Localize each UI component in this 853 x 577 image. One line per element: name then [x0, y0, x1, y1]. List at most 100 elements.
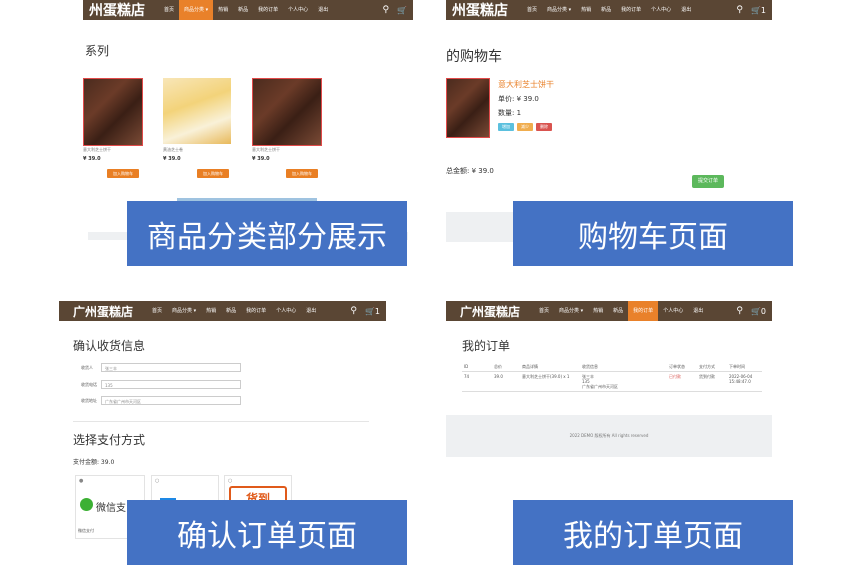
cart-icon[interactable]: 🛒1: [365, 307, 380, 316]
cart-icon[interactable]: 🛒1: [751, 6, 766, 15]
product-name[interactable]: 意大利芝士饼干: [83, 147, 111, 153]
nav-logout[interactable]: 退出: [301, 301, 321, 321]
nav-hot[interactable]: 热销: [213, 0, 233, 20]
cart-item-name[interactable]: 意大利芝士饼干: [498, 79, 554, 90]
column-header: 总价: [494, 364, 502, 369]
table-divider: [462, 371, 762, 372]
order-detail: 意大利芝士饼干(39.0) x 1: [522, 374, 570, 379]
cart-count: 1: [760, 5, 766, 15]
delete-button[interactable]: 删除: [536, 123, 552, 131]
payment-heading: 选择支付方式: [73, 433, 146, 447]
column-header: 收货信息: [582, 364, 598, 369]
add-to-cart-button[interactable]: 加入购物车: [107, 169, 139, 178]
nav-orders[interactable]: 我的订单: [628, 301, 659, 321]
product-image[interactable]: [446, 78, 490, 138]
order-id: 74: [464, 374, 470, 379]
navbar: 州蛋糕店 首页 商品分类 ▾ 热销 新品 我的订单 个人中心 退出 ⚲ 🛒: [83, 0, 413, 20]
product-image[interactable]: [252, 78, 322, 146]
product-image[interactable]: [163, 78, 231, 144]
wechat-caption: 微信支付: [78, 528, 94, 533]
nav-category[interactable]: 商品分类 ▾: [554, 301, 588, 321]
total-amount: 总金额: ¥ 39.0: [446, 167, 494, 175]
nav-home[interactable]: 首页: [147, 301, 167, 321]
table-divider: [462, 391, 762, 392]
cart-icon[interactable]: 🛒: [397, 6, 407, 15]
nav-logout[interactable]: 退出: [313, 0, 333, 20]
nav-orders[interactable]: 我的订单: [253, 0, 283, 20]
page-title: 系列: [85, 44, 110, 58]
nav-home[interactable]: 首页: [534, 301, 554, 321]
search-icon[interactable]: ⚲: [350, 306, 357, 316]
caption-category: 商品分类部分展示: [127, 201, 407, 266]
nav-category[interactable]: 商品分类 ▾: [542, 0, 576, 20]
orders-screenshot: 广州蛋糕店 首页 商品分类 ▾ 热销 新品 我的订单 个人中心 退出 ⚲ 🛒0 …: [446, 301, 772, 461]
caption-confirm: 确认订单页面: [127, 500, 407, 565]
page-title: 我的订单: [462, 339, 511, 353]
receiver-input[interactable]: 张三丰: [101, 363, 241, 372]
cart-icon[interactable]: 🛒0: [751, 307, 766, 316]
order-pay: 货到付款: [699, 374, 715, 379]
order-status: 已付款: [669, 374, 681, 379]
product-price: ¥ 39.0: [83, 156, 101, 162]
radio[interactable]: ○: [228, 478, 232, 484]
nav-hot[interactable]: 热销: [576, 0, 596, 20]
increase-button[interactable]: 增加: [498, 123, 514, 131]
nav-new[interactable]: 新品: [221, 301, 241, 321]
field-label: 收货地址: [81, 398, 97, 403]
search-icon[interactable]: ⚲: [736, 5, 743, 15]
nav-logout[interactable]: 退出: [688, 301, 708, 321]
radio[interactable]: ○: [155, 478, 159, 484]
decrease-button[interactable]: 减少: [517, 123, 533, 131]
nav-home[interactable]: 首页: [522, 0, 542, 20]
phone-input[interactable]: 135: [101, 380, 241, 389]
product-price: ¥ 39.0: [163, 156, 181, 162]
nav-profile[interactable]: 个人中心: [658, 301, 688, 321]
brand-logo[interactable]: 广州蛋糕店: [59, 303, 147, 320]
navbar: 广州蛋糕店 首页 商品分类 ▾ 热销 新品 我的订单 个人中心 退出 ⚲ 🛒1: [59, 301, 386, 321]
nav-category[interactable]: 商品分类 ▾: [179, 0, 214, 20]
column-header: 下单时间: [729, 364, 745, 369]
add-to-cart-button[interactable]: 加入购物车: [286, 169, 318, 178]
caption-cart: 购物车页面: [513, 201, 793, 266]
pay-amount: 支付金额: 39.0: [73, 459, 115, 466]
nav-hot[interactable]: 热销: [588, 301, 608, 321]
nav-profile[interactable]: 个人中心: [646, 0, 676, 20]
brand-logo[interactable]: 州蛋糕店: [83, 0, 159, 20]
footer: 2022 DEMO 版权所有 All rights reserved: [446, 415, 772, 457]
column-header: 支付方式: [699, 364, 715, 369]
page-title: 的购物车: [446, 49, 502, 65]
brand-logo[interactable]: 州蛋糕店: [446, 0, 522, 20]
nav-profile[interactable]: 个人中心: [283, 0, 313, 20]
column-header: 商品详情: [522, 364, 538, 369]
nav-new[interactable]: 新品: [596, 0, 616, 20]
page-title: 确认收货信息: [73, 339, 146, 353]
nav-new[interactable]: 新品: [233, 0, 253, 20]
nav-category[interactable]: 商品分类 ▾: [167, 301, 201, 321]
nav-orders[interactable]: 我的订单: [616, 0, 646, 20]
copyright: 2022 DEMO 版权所有 All rights reserved: [569, 433, 649, 438]
nav-orders[interactable]: 我的订单: [241, 301, 271, 321]
nav-home[interactable]: 首页: [159, 0, 179, 20]
navbar: 广州蛋糕店 首页 商品分类 ▾ 热销 新品 我的订单 个人中心 退出 ⚲ 🛒0: [446, 301, 772, 321]
radio[interactable]: ●: [79, 478, 83, 484]
nav-new[interactable]: 新品: [608, 301, 628, 321]
field-label: 收货电话: [81, 382, 97, 387]
search-icon[interactable]: ⚲: [736, 306, 743, 316]
cart-count: 0: [760, 306, 766, 316]
nav-hot[interactable]: 热销: [201, 301, 221, 321]
product-name[interactable]: 黄油芝士卷: [163, 147, 183, 153]
column-header: 订单状态: [669, 364, 685, 369]
quantity: 数量: 1: [498, 109, 522, 117]
address-input[interactable]: 广东省广州市天河区: [101, 396, 241, 405]
add-to-cart-button[interactable]: 加入购物车: [197, 169, 229, 178]
nav-profile[interactable]: 个人中心: [271, 301, 301, 321]
search-icon[interactable]: ⚲: [382, 5, 389, 15]
product-image[interactable]: [83, 78, 143, 146]
unit-price: 单价: ¥ 39.0: [498, 95, 539, 103]
product-name[interactable]: 意大利芝士饼干: [252, 147, 280, 153]
divider: [73, 421, 369, 422]
submit-order-button[interactable]: 提交订单: [692, 175, 724, 188]
brand-logo[interactable]: 广州蛋糕店: [446, 303, 534, 320]
nav-logout[interactable]: 退出: [676, 0, 696, 20]
column-header: ID: [464, 364, 469, 369]
